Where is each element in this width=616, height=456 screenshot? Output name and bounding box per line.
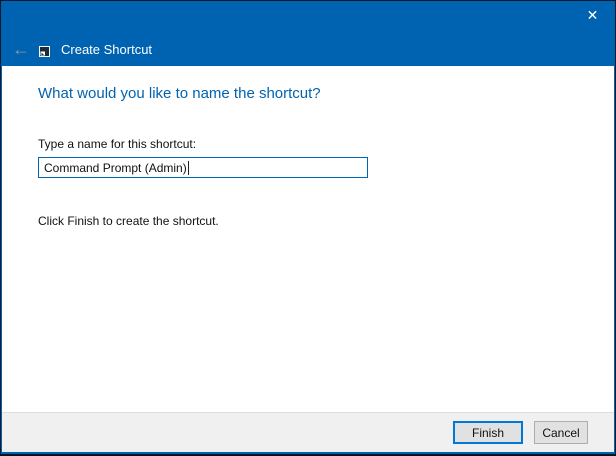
wizard-title: Create Shortcut	[61, 42, 152, 57]
back-button[interactable]: ←	[10, 37, 32, 61]
finish-note: Click Finish to create the shortcut.	[38, 214, 614, 228]
wizard-header: ← Create Shortcut	[0, 32, 616, 66]
wizard-content: What would you like to name the shortcut…	[2, 66, 614, 412]
shortcut-name-input[interactable]: Command Prompt (Admin)	[38, 157, 368, 178]
close-button[interactable]: ✕	[570, 1, 615, 30]
shortcut-name-value: Command Prompt (Admin)	[44, 161, 187, 175]
shortcut-app-icon	[39, 44, 50, 55]
window-bottom-border	[0, 452, 616, 456]
back-arrow-icon: ←	[12, 40, 30, 58]
text-caret	[188, 161, 189, 175]
page-heading: What would you like to name the shortcut…	[38, 85, 614, 103]
button-bar: Finish Cancel	[2, 412, 614, 452]
name-field-label: Type a name for this shortcut:	[38, 137, 614, 151]
create-shortcut-window: ✕ ← Create Shortcut What would you like …	[0, 0, 616, 456]
cancel-button[interactable]: Cancel	[534, 421, 588, 444]
titlebar[interactable]: ✕	[0, 0, 616, 32]
close-icon: ✕	[587, 7, 599, 24]
finish-button[interactable]: Finish	[453, 421, 523, 444]
